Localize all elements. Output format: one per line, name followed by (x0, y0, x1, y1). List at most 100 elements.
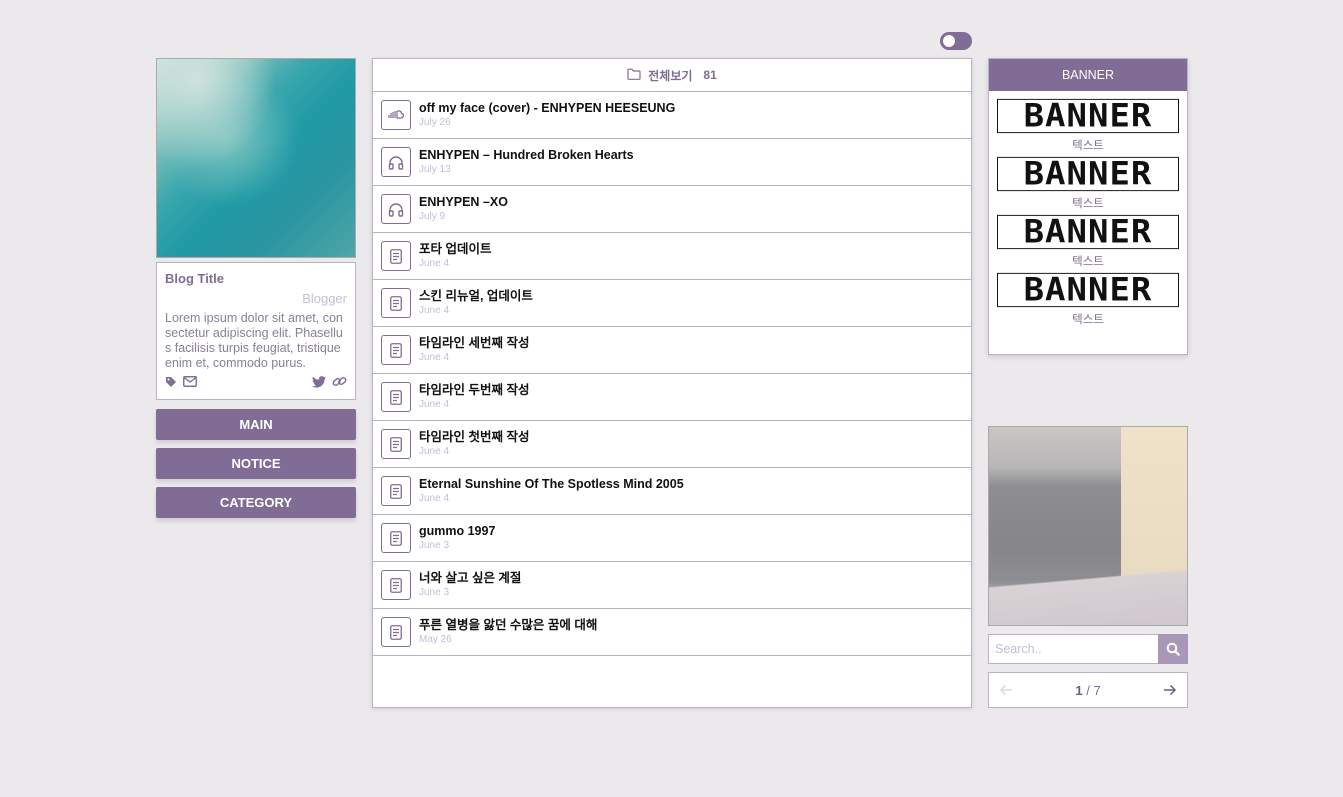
profile-icons (165, 375, 347, 388)
post-date: July 9 (419, 210, 446, 222)
post-row[interactable]: ENHYPEN – Hundred Broken Hearts July 13 (373, 139, 971, 186)
post-title[interactable]: 타임라인 첫번째 작성 (419, 430, 529, 445)
page-separator: / (1086, 682, 1090, 698)
post-date: June 4 (419, 398, 450, 410)
profile-card: Blog Title Blogger Lorem ipsum dolor sit… (156, 262, 356, 400)
post-text: 타임라인 첫번째 작성 June 4 (419, 430, 529, 458)
post-text: Eternal Sunshine Of The Spotless Mind 20… (419, 477, 684, 505)
post-date: June 4 (419, 257, 450, 269)
post-title[interactable]: 스킨 리뉴얼, 업데이트 (419, 289, 533, 304)
nav-notice-button[interactable]: NOTICE (156, 448, 356, 479)
banner-caption: 텍스트 (1072, 314, 1104, 326)
document-icon (381, 335, 411, 365)
post-date: June 3 (419, 586, 450, 598)
banner-header: BANNER (989, 59, 1187, 91)
photo-floor (989, 565, 1187, 625)
post-row[interactable]: off my face (cover) - ENHYPEN HEESEUNG Ju… (373, 92, 971, 139)
banner-item[interactable]: BANNER 텍스트 (997, 98, 1179, 153)
post-date: June 4 (419, 351, 450, 363)
post-text: gummo 1997 June 3 (419, 524, 495, 552)
mail-icon[interactable] (183, 376, 197, 387)
banner-caption: 텍스트 (1072, 256, 1104, 268)
post-row[interactable]: 타임라인 세번째 작성 June 4 (373, 327, 971, 374)
link-icon[interactable] (332, 375, 347, 388)
post-row[interactable]: 스킨 리뉴얼, 업데이트 June 4 (373, 280, 971, 327)
post-text: 스킨 리뉴얼, 업데이트 June 4 (419, 289, 533, 317)
post-row[interactable]: 푸른 열병을 앓던 수많은 꿈에 대해 May 26 (373, 609, 971, 656)
post-count: 81 (703, 68, 717, 82)
blog-title: Blog Title (165, 271, 224, 286)
post-text: ENHYPEN –XO July 9 (419, 195, 508, 223)
post-title[interactable]: ENHYPEN – Hundred Broken Hearts (419, 148, 634, 163)
current-page: 1 (1075, 682, 1083, 698)
search-box (988, 634, 1188, 664)
folder-icon (627, 68, 641, 83)
post-text: 너와 살고 싶은 계절 June 3 (419, 571, 521, 599)
headphones-icon (381, 147, 411, 177)
search-icon (1166, 642, 1180, 656)
search-input[interactable] (988, 634, 1158, 664)
prev-page-arrow-icon[interactable] (999, 684, 1013, 696)
banner-item[interactable]: BANNER 텍스트 (997, 272, 1179, 327)
post-title[interactable]: Eternal Sunshine Of The Spotless Mind 20… (419, 477, 684, 492)
banner-image: BANNER (997, 272, 1179, 308)
post-title[interactable]: 포타 업데이트 (419, 242, 491, 257)
post-date: May 26 (419, 633, 452, 645)
post-row[interactable]: gummo 1997 June 3 (373, 515, 971, 562)
document-icon (381, 523, 411, 553)
tag-icon[interactable] (165, 376, 177, 388)
nav-category-button[interactable]: CATEGORY (156, 487, 356, 518)
post-list: off my face (cover) - ENHYPEN HEESEUNG Ju… (373, 92, 971, 656)
post-date: June 3 (419, 539, 450, 551)
post-row[interactable]: ENHYPEN –XO July 9 (373, 186, 971, 233)
blog-description: Lorem ipsum dolor sit amet, consectetur … (165, 311, 343, 370)
post-date: June 4 (419, 492, 450, 504)
post-title[interactable]: 푸른 열병을 앓던 수많은 꿈에 대해 (419, 618, 597, 633)
post-row[interactable]: 너와 살고 싶은 계절 June 3 (373, 562, 971, 609)
post-date: June 4 (419, 445, 450, 457)
banner-item[interactable]: BANNER 텍스트 (997, 214, 1179, 269)
sidebar-photo (988, 426, 1188, 626)
pagination: 1 / 7 (988, 672, 1188, 708)
post-row[interactable]: Eternal Sunshine Of The Spotless Mind 20… (373, 468, 971, 515)
post-title[interactable]: 타임라인 두번째 작성 (419, 383, 529, 398)
post-title[interactable]: gummo 1997 (419, 524, 495, 539)
blogger-name: Blogger (302, 291, 347, 306)
banner-image: BANNER (997, 156, 1179, 192)
search-button[interactable] (1158, 634, 1188, 664)
post-date: July 26 (419, 116, 451, 128)
toggle-knob (943, 35, 955, 47)
post-text: 타임라인 세번째 작성 June 4 (419, 336, 529, 364)
post-title[interactable]: 너와 살고 싶은 계절 (419, 571, 521, 586)
post-date: June 4 (419, 304, 450, 316)
total-pages: 7 (1093, 682, 1101, 698)
post-title[interactable]: 타임라인 세번째 작성 (419, 336, 529, 351)
document-icon (381, 429, 411, 459)
banner-image: BANNER (997, 98, 1179, 134)
headphones-icon (381, 194, 411, 224)
next-page-arrow-icon[interactable] (1163, 684, 1177, 696)
banner-item[interactable]: BANNER 텍스트 (997, 156, 1179, 211)
post-row[interactable]: 타임라인 첫번째 작성 June 4 (373, 421, 971, 468)
post-row[interactable]: 타임라인 두번째 작성 June 4 (373, 374, 971, 421)
banner-image: BANNER (997, 214, 1179, 250)
post-list-header[interactable]: 전체보기 81 (373, 59, 971, 92)
right-sidebar: BANNER BANNER 텍스트 BANNER 텍스트 BANNER 텍스트 … (988, 58, 1188, 708)
post-text: ENHYPEN – Hundred Broken Hearts July 13 (419, 148, 634, 176)
page-indicator: 1 / 7 (1075, 683, 1100, 698)
twitter-icon[interactable] (312, 375, 326, 388)
banner-widget: BANNER BANNER 텍스트 BANNER 텍스트 BANNER 텍스트 … (988, 58, 1188, 355)
blog-cover-image (156, 58, 356, 258)
nav-main-button[interactable]: MAIN (156, 409, 356, 440)
post-text: 푸른 열병을 앓던 수많은 꿈에 대해 May 26 (419, 618, 597, 646)
theme-toggle[interactable] (940, 32, 972, 50)
post-text: 타임라인 두번째 작성 June 4 (419, 383, 529, 411)
post-title[interactable]: off my face (cover) - ENHYPEN HEESEUNG (419, 101, 675, 116)
soundcloud-icon (381, 100, 411, 130)
document-icon (381, 617, 411, 647)
post-text: off my face (cover) - ENHYPEN HEESEUNG Ju… (419, 101, 675, 129)
post-date: July 13 (419, 163, 451, 175)
document-icon (381, 288, 411, 318)
post-row[interactable]: 포타 업데이트 June 4 (373, 233, 971, 280)
post-title[interactable]: ENHYPEN –XO (419, 195, 508, 210)
